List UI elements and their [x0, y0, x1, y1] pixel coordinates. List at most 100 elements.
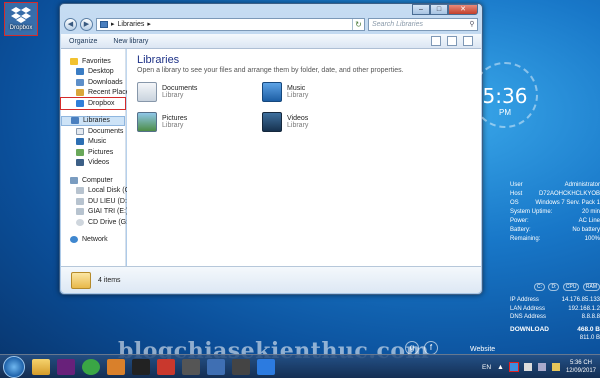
star-icon: [70, 57, 78, 65]
sysinfo-row: Host D72AOHCKHCLKYOB: [510, 191, 600, 197]
new-library-button[interactable]: New library: [113, 38, 148, 45]
documents-icon: [76, 127, 84, 135]
search-placeholder: Search Libraries: [372, 20, 423, 28]
taskbar-clock[interactable]: 5:36 CH 12/09/2017: [566, 359, 596, 375]
app-taskbar-icon[interactable]: [232, 358, 250, 375]
refresh-icon[interactable]: ↻: [352, 18, 364, 30]
nav-favorites[interactable]: Favorites: [61, 56, 125, 67]
forward-button[interactable]: ▶: [80, 17, 93, 31]
app-taskbar-icon[interactable]: [257, 358, 275, 375]
system-tray: EN ▲ 5:36 CH 12/09/2017: [482, 355, 600, 378]
nav-item-pictures[interactable]: Pictures: [61, 147, 125, 158]
page-title: Libraries: [137, 54, 180, 66]
downloads-icon: [76, 78, 84, 86]
nav-network[interactable]: Network: [61, 235, 125, 246]
app-taskbar-icon[interactable]: [207, 358, 225, 375]
search-input[interactable]: Search Libraries ⚲: [368, 17, 478, 31]
facebook-icon[interactable]: f: [424, 341, 438, 355]
network-icon: [70, 236, 78, 244]
computer-icon: [70, 176, 78, 184]
preview-pane-icon[interactable]: [447, 36, 457, 46]
nav-item-recent-places[interactable]: Recent Places: [61, 88, 133, 99]
tab-cpu[interactable]: CPU: [562, 283, 580, 291]
website-label: Website: [470, 346, 496, 353]
nav-item-music[interactable]: Music: [61, 137, 125, 148]
search-icon[interactable]: ⚲: [467, 20, 477, 28]
maximize-button[interactable]: □: [430, 4, 448, 15]
net-row: LAN Address 192.168.1.2: [510, 305, 600, 312]
libraries-icon: [100, 20, 108, 28]
library-documents[interactable]: Documents Library: [137, 81, 262, 103]
app-taskbar-icon[interactable]: [132, 358, 150, 375]
library-music[interactable]: Music Library: [262, 81, 387, 103]
tab-c[interactable]: C:: [534, 283, 545, 291]
library-pictures[interactable]: Pictures Library: [137, 111, 262, 133]
minimize-button[interactable]: –: [412, 4, 430, 15]
volume-icon[interactable]: [523, 363, 532, 371]
nav-item-videos[interactable]: Videos: [61, 158, 125, 169]
sysinfo-row: Remaining: 100%: [510, 236, 600, 242]
close-button[interactable]: ✕: [448, 4, 478, 15]
language-indicator[interactable]: EN: [482, 364, 491, 371]
network-gadget: IP Address 14.176.85.133 LAN Address 192.1…: [510, 296, 600, 343]
videos-library-icon: [262, 112, 282, 132]
page-description: Open a library to see your files and arr…: [137, 67, 404, 74]
start-button[interactable]: [3, 355, 25, 378]
help-icon[interactable]: [463, 36, 473, 46]
app-taskbar-icon[interactable]: [107, 358, 125, 375]
tab-d[interactable]: D:: [548, 283, 560, 291]
nav-item-drive-g[interactable]: CD Drive (G:): [61, 217, 130, 228]
drive-tabs: C: D: CPU RAM: [534, 283, 600, 291]
nav-item-drive-e[interactable]: GIAI TRI (E:): [61, 207, 128, 218]
flag-icon[interactable]: [551, 363, 560, 371]
tab-ram[interactable]: RAM: [582, 283, 600, 291]
chevron-right-icon: ▸: [147, 21, 151, 28]
sysinfo-row: Battery: No battery: [510, 227, 600, 233]
nav-item-drive-c[interactable]: Local Disk (C:): [61, 186, 134, 197]
clock-ampm: PM: [499, 108, 511, 117]
explorer-taskbar-icon[interactable]: [32, 358, 50, 375]
libraries-folder-icon: [71, 271, 91, 289]
chevron-right-icon: ▸: [111, 21, 115, 28]
music-icon: [76, 138, 84, 146]
nav-computer[interactable]: Computer: [61, 175, 125, 186]
taskbar: EN ▲ 5:36 CH 12/09/2017: [0, 354, 600, 378]
command-bar: Organize New library: [61, 34, 481, 49]
app-taskbar-icon[interactable]: [157, 358, 175, 375]
desktop-dropbox-icon[interactable]: Dropbox: [4, 2, 38, 36]
nav-item-desktop[interactable]: Desktop: [61, 67, 125, 78]
sysinfo-row: System Uptime: 20 min: [510, 209, 600, 215]
desktop-icon: [76, 68, 84, 76]
app-taskbar-icon[interactable]: [182, 358, 200, 375]
net-row: DNS Address 8.8.8.8: [510, 314, 600, 320]
back-button[interactable]: ◀: [64, 17, 77, 31]
nav-item-dropbox[interactable]: Dropbox: [60, 97, 126, 110]
nav-item-documents[interactable]: Documents: [61, 126, 125, 137]
dropbox-tray-icon[interactable]: [508, 362, 519, 372]
nav-item-downloads[interactable]: Downloads: [61, 77, 125, 88]
address-bar[interactable]: ▸ Libraries ▸ ↻: [96, 17, 365, 31]
browser-taskbar-icon[interactable]: [82, 358, 100, 375]
network-tray-icon[interactable]: [537, 363, 546, 371]
library-grid: Documents Library Music Library Pictures Li…: [137, 81, 471, 133]
dropbox-icon: [76, 99, 84, 107]
organize-button[interactable]: Organize: [69, 38, 97, 45]
library-videos[interactable]: Videos Library: [262, 111, 387, 133]
sysinfo-row: User Administrator: [510, 182, 600, 188]
google-plus-icon[interactable]: g: [405, 341, 419, 355]
address-row: ◀ ▶ ▸ Libraries ▸ ↻ Search Libraries ⚲: [64, 16, 478, 32]
download-row: DOWNLOAD 468.0 B: [510, 325, 600, 333]
clock-gadget[interactable]: 5:36 PM: [470, 60, 540, 140]
show-hidden-icons[interactable]: ▲: [497, 364, 504, 371]
nav-libraries[interactable]: Libraries: [61, 115, 125, 126]
pictures-icon: [76, 148, 84, 156]
explorer-window[interactable]: – □ ✕ ◀ ▶ ▸ Libraries ▸ ↻ Search Librari…: [59, 3, 483, 295]
documents-library-icon: [137, 82, 157, 102]
social-icons: g f: [405, 341, 438, 355]
nav-item-drive-d[interactable]: DU LIEU (D:): [61, 196, 129, 207]
desktop-icon-label: Dropbox: [9, 25, 33, 31]
dropbox-icon: [11, 7, 31, 23]
view-options-icon[interactable]: [431, 36, 441, 46]
visual-studio-taskbar-icon[interactable]: [57, 358, 75, 375]
details-pane: 4 items: [61, 266, 481, 293]
